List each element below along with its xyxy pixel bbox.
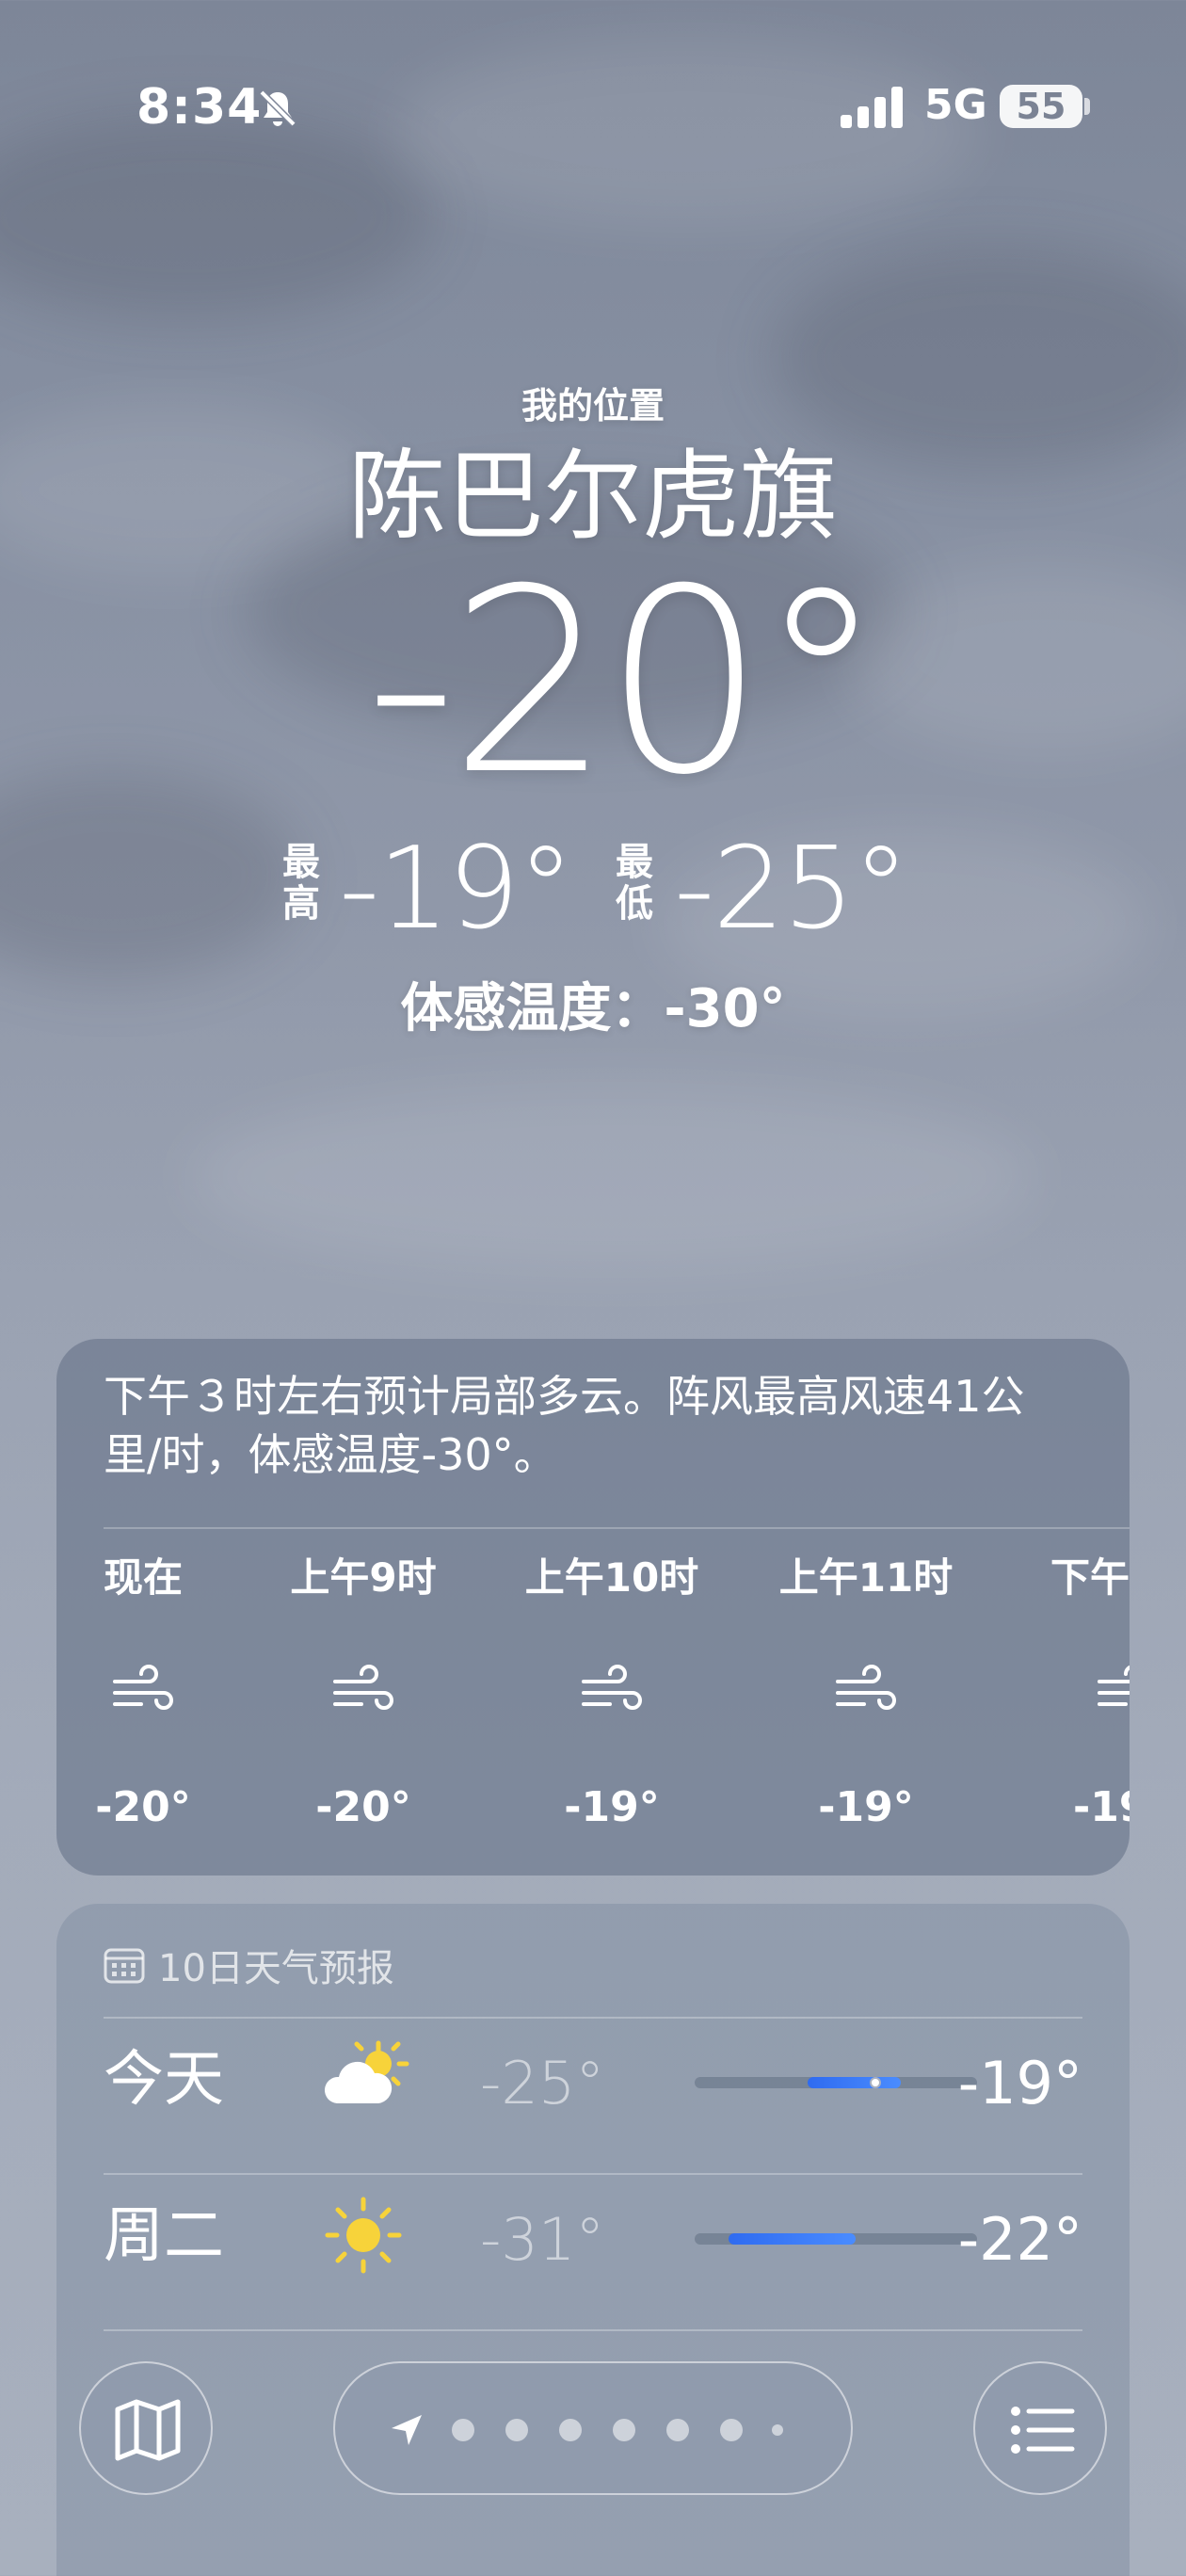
hour-item: 上午10时 -19° bbox=[518, 1552, 706, 1831]
low-label: 最低 bbox=[616, 841, 653, 926]
divider bbox=[104, 2173, 1082, 2175]
forecast-day-row[interactable]: 周二 -31° -22° bbox=[104, 2177, 1082, 2290]
hour-temp: -19 bbox=[1073, 1783, 1130, 1831]
forecast-header: 10日天气预报 bbox=[104, 1941, 394, 1990]
location-label: 我的位置 bbox=[521, 385, 665, 427]
hour-item: 上午11时 -19° bbox=[772, 1552, 960, 1831]
page-indicator[interactable] bbox=[333, 2361, 853, 2495]
high-low-row: 最高 -19° 最低 -25° bbox=[0, 829, 1186, 951]
page-dot-small[interactable] bbox=[772, 2424, 783, 2436]
high-temperature: -19° bbox=[339, 824, 574, 955]
divider bbox=[104, 2329, 1082, 2331]
temperature-range-bar bbox=[695, 2077, 977, 2088]
page-dot[interactable] bbox=[505, 2419, 528, 2441]
divider bbox=[104, 2017, 1082, 2019]
partly-cloudy-sun-icon bbox=[324, 2040, 409, 2103]
current-temperature: -20° bbox=[365, 534, 885, 830]
day-low: -25° bbox=[480, 2049, 605, 2117]
hour-label: 上午9时 bbox=[290, 1554, 437, 1601]
day-name: 周二 bbox=[104, 2201, 224, 2271]
current-temperature-marker bbox=[870, 2077, 881, 2088]
hour-item: 上午9时 -20° bbox=[269, 1552, 457, 1831]
hour-temp: -20° bbox=[95, 1783, 191, 1831]
feels-like: 体感温度：-30° bbox=[400, 978, 786, 1039]
page-dot[interactable] bbox=[452, 2419, 474, 2441]
hour-label: 下午1 bbox=[1050, 1554, 1130, 1601]
hour-label: 上午11时 bbox=[778, 1554, 954, 1601]
location-arrow-icon bbox=[392, 2415, 422, 2445]
battery-tip bbox=[1084, 98, 1090, 115]
low-temperature: -25° bbox=[674, 824, 909, 955]
hourly-forecast-card[interactable]: 下午３时左右预计局部多云。阵风最高风速41公里/时，体感温度-30°。 现在 -… bbox=[56, 1339, 1130, 1876]
day-high: -19° bbox=[957, 2049, 1082, 2117]
hour-label: 现在 bbox=[103, 1554, 183, 1601]
hour-label: 上午10时 bbox=[524, 1554, 699, 1601]
weather-summary: 下午３时左右预计局部多云。阵风最高风速41公里/时，体感温度-30°。 bbox=[104, 1371, 1025, 1480]
cellular-signal-icon bbox=[841, 87, 903, 128]
wind-icon bbox=[836, 1665, 896, 1710]
network-type: 5G bbox=[924, 81, 987, 129]
forecast-title: 10日天气预报 bbox=[158, 1947, 394, 1990]
wind-icon bbox=[582, 1665, 642, 1710]
high-label: 最高 bbox=[282, 841, 320, 926]
forecast-day-row[interactable]: 今天 -25° -19° bbox=[104, 2021, 1082, 2133]
hour-temp: -19° bbox=[818, 1783, 914, 1831]
list-icon bbox=[1011, 2407, 1075, 2454]
page-dot[interactable] bbox=[613, 2419, 635, 2441]
page-dot[interactable] bbox=[720, 2419, 743, 2441]
calendar-icon bbox=[104, 1948, 145, 1984]
battery-indicator: 55 bbox=[1000, 85, 1082, 128]
wind-icon bbox=[113, 1665, 173, 1710]
hour-temp: -19° bbox=[564, 1783, 660, 1831]
bell-slash-icon bbox=[259, 89, 296, 127]
wind-icon bbox=[1098, 1665, 1130, 1706]
temperature-range-fill bbox=[729, 2233, 856, 2245]
status-time: 8:34 bbox=[136, 79, 263, 136]
page-dot[interactable] bbox=[666, 2419, 689, 2441]
status-bar: 8:34 5G 55 bbox=[0, 0, 1186, 151]
sun-icon bbox=[325, 2197, 402, 2274]
temperature-range-bar bbox=[695, 2233, 977, 2245]
location-header: 我的位置 陈巴尔虎旗 bbox=[0, 377, 1186, 553]
hour-item: 现在 -20° bbox=[56, 1552, 237, 1831]
day-high: -22° bbox=[957, 2205, 1082, 2274]
wind-icon bbox=[333, 1665, 393, 1710]
map-icon bbox=[115, 2399, 181, 2461]
map-button[interactable] bbox=[79, 2361, 213, 2495]
divider bbox=[104, 1527, 1130, 1529]
location-list-button[interactable] bbox=[973, 2361, 1107, 2495]
hour-item: 下午1 -19 bbox=[1017, 1552, 1130, 1831]
page-dot[interactable] bbox=[559, 2419, 582, 2441]
day-low: -31° bbox=[480, 2205, 605, 2274]
day-name: 今天 bbox=[104, 2045, 224, 2115]
hour-temp: -20° bbox=[315, 1783, 411, 1831]
temperature-range-fill bbox=[808, 2077, 901, 2088]
